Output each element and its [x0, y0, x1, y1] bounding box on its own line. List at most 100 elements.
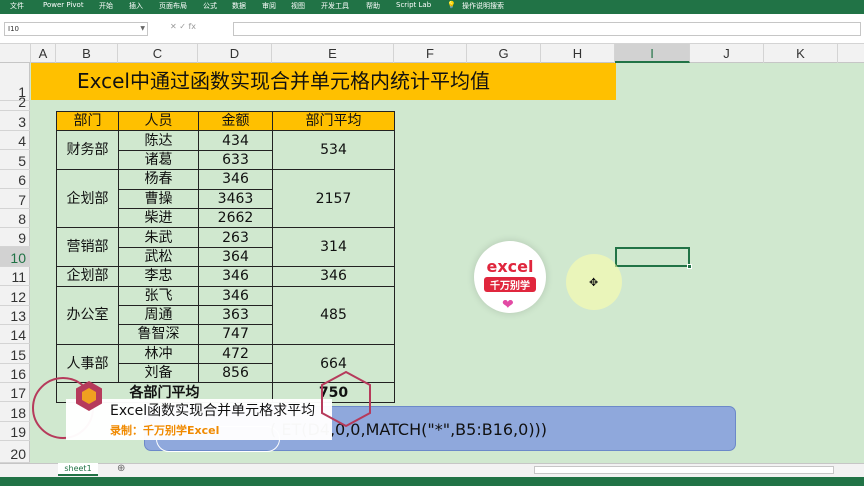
formula-bar: I10 ▼ ✕ ✓ fx	[0, 14, 864, 44]
horizontal-scrollbar[interactable]	[534, 466, 834, 474]
column-header[interactable]: A	[31, 44, 56, 63]
tell-me-search[interactable]: 操作说明搜索	[462, 1, 504, 11]
dept-cell[interactable]: 企划部	[56, 266, 119, 287]
fill-handle[interactable]	[687, 264, 692, 269]
column-header-selected[interactable]: I	[615, 44, 690, 63]
amount-cell[interactable]: 263	[198, 227, 273, 248]
selected-cell-i10[interactable]	[615, 247, 692, 269]
row-header[interactable]: 6	[0, 170, 30, 189]
caption-title: Excel函数实现合并单元格求平均	[110, 403, 316, 419]
tab-help[interactable]: 帮助	[366, 1, 380, 11]
dept-cell[interactable]: 企划部	[56, 169, 119, 229]
person-cell[interactable]: 曹操	[118, 188, 199, 209]
tab-power-pivot[interactable]: Power Pivot	[43, 1, 84, 9]
person-cell[interactable]: 诸葛	[118, 149, 199, 171]
dept-cell[interactable]: 营销部	[56, 227, 119, 268]
person-cell[interactable]: 周通	[118, 304, 199, 326]
person-cell[interactable]: 张飞	[118, 285, 199, 306]
dept-cell[interactable]: 办公室	[56, 285, 119, 345]
row-headers: 1 2 3 4 5 6 7 8 9 10 11 12 13 14 15 16 1…	[0, 63, 30, 463]
row-header[interactable]: 13	[0, 306, 30, 325]
sheet-title-cell[interactable]: Excel中通过函数实现合并单元格内统计平均值	[31, 63, 616, 100]
row-header[interactable]: 16	[0, 364, 30, 383]
column-header[interactable]: C	[118, 44, 198, 63]
avg-cell[interactable]: 485	[272, 285, 395, 345]
amount-cell[interactable]: 2662	[198, 207, 273, 229]
row-header[interactable]: 15	[0, 344, 30, 364]
hexagon-outline-decoration	[321, 370, 371, 428]
person-cell[interactable]: 武松	[118, 246, 199, 268]
row-header[interactable]: 14	[0, 325, 30, 344]
avg-cell[interactable]: 346	[272, 266, 395, 287]
row-header[interactable]: 17	[0, 383, 30, 402]
header-cell[interactable]: 金额	[198, 110, 273, 132]
person-cell[interactable]: 刘备	[118, 363, 199, 384]
person-cell[interactable]: 陈达	[118, 130, 199, 151]
tab-page-layout[interactable]: 页面布局	[159, 1, 187, 11]
column-header[interactable]: D	[198, 44, 272, 63]
select-all-corner[interactable]	[0, 44, 31, 63]
person-cell[interactable]: 朱武	[118, 227, 199, 248]
avg-cell[interactable]: 2157	[272, 169, 395, 229]
tab-home[interactable]: 开始	[99, 1, 113, 11]
avg-cell[interactable]: 534	[272, 130, 395, 171]
column-header[interactable]: B	[56, 44, 118, 63]
amount-cell[interactable]: 346	[198, 266, 273, 287]
tab-insert[interactable]: 插入	[129, 1, 143, 11]
row-header[interactable]: 8	[0, 209, 30, 228]
header-cell[interactable]: 部门平均	[272, 110, 395, 132]
row-header[interactable]: 12	[0, 286, 30, 306]
row-header-selected[interactable]: 10	[0, 247, 30, 267]
dept-cell[interactable]: 财务部	[56, 130, 119, 171]
amount-cell[interactable]: 346	[198, 169, 273, 190]
tab-script-lab[interactable]: Script Lab	[396, 1, 431, 9]
tab-data[interactable]: 数据	[232, 1, 246, 11]
avg-cell[interactable]: 314	[272, 227, 395, 268]
formula-input[interactable]	[233, 22, 861, 36]
tab-review[interactable]: 审阅	[262, 1, 276, 11]
row-header[interactable]: 19	[0, 422, 30, 441]
column-header[interactable]: F	[394, 44, 467, 63]
heart-icon: ❤	[502, 297, 514, 313]
tab-view[interactable]: 视图	[291, 1, 305, 11]
header-cell[interactable]: 人员	[118, 110, 199, 132]
person-cell[interactable]: 柴进	[118, 207, 199, 229]
add-sheet-icon[interactable]: ⊕	[117, 463, 125, 474]
person-cell[interactable]: 杨春	[118, 169, 199, 190]
amount-cell[interactable]: 363	[198, 304, 273, 326]
formula-buttons[interactable]: ✕ ✓ fx	[170, 22, 196, 31]
tab-formulas[interactable]: 公式	[203, 1, 217, 11]
tab-file[interactable]: 文件	[10, 1, 24, 11]
column-header[interactable]: E	[272, 44, 394, 63]
name-box[interactable]: I10 ▼	[4, 22, 148, 36]
sheet-tab[interactable]: sheet1	[58, 463, 98, 476]
column-header[interactable]: H	[541, 44, 615, 63]
row-header[interactable]: 4	[0, 131, 30, 150]
amount-cell[interactable]: 747	[198, 324, 273, 345]
row-header[interactable]: 20	[0, 441, 30, 463]
amount-cell[interactable]: 856	[198, 363, 273, 384]
person-cell[interactable]: 林冲	[118, 343, 199, 365]
row-header[interactable]: 11	[0, 267, 30, 286]
row-header[interactable]: 3	[0, 111, 30, 131]
column-header[interactable]: K	[764, 44, 838, 63]
row-header[interactable]: 5	[0, 150, 30, 170]
column-header[interactable]: J	[690, 44, 764, 63]
chevron-down-icon[interactable]: ▼	[140, 23, 145, 35]
header-cell[interactable]: 部门	[56, 110, 119, 132]
row-header[interactable]: 7	[0, 189, 30, 209]
amount-cell[interactable]: 472	[198, 343, 273, 365]
person-cell[interactable]: 鲁智深	[118, 324, 199, 345]
amount-cell[interactable]: 346	[198, 285, 273, 306]
amount-cell[interactable]: 364	[198, 246, 273, 268]
row-header[interactable]: 9	[0, 228, 30, 247]
person-cell[interactable]: 李忠	[118, 266, 199, 287]
tab-developer[interactable]: 开发工具	[321, 1, 349, 11]
amount-cell[interactable]: 434	[198, 130, 273, 151]
amount-cell[interactable]: 3463	[198, 188, 273, 209]
row-header[interactable]: 18	[0, 402, 30, 422]
row-header[interactable]: 2	[0, 94, 30, 111]
amount-cell[interactable]: 633	[198, 149, 273, 171]
column-header[interactable]: G	[467, 44, 541, 63]
column-headers: A B C D E F G H I J K	[0, 44, 864, 63]
